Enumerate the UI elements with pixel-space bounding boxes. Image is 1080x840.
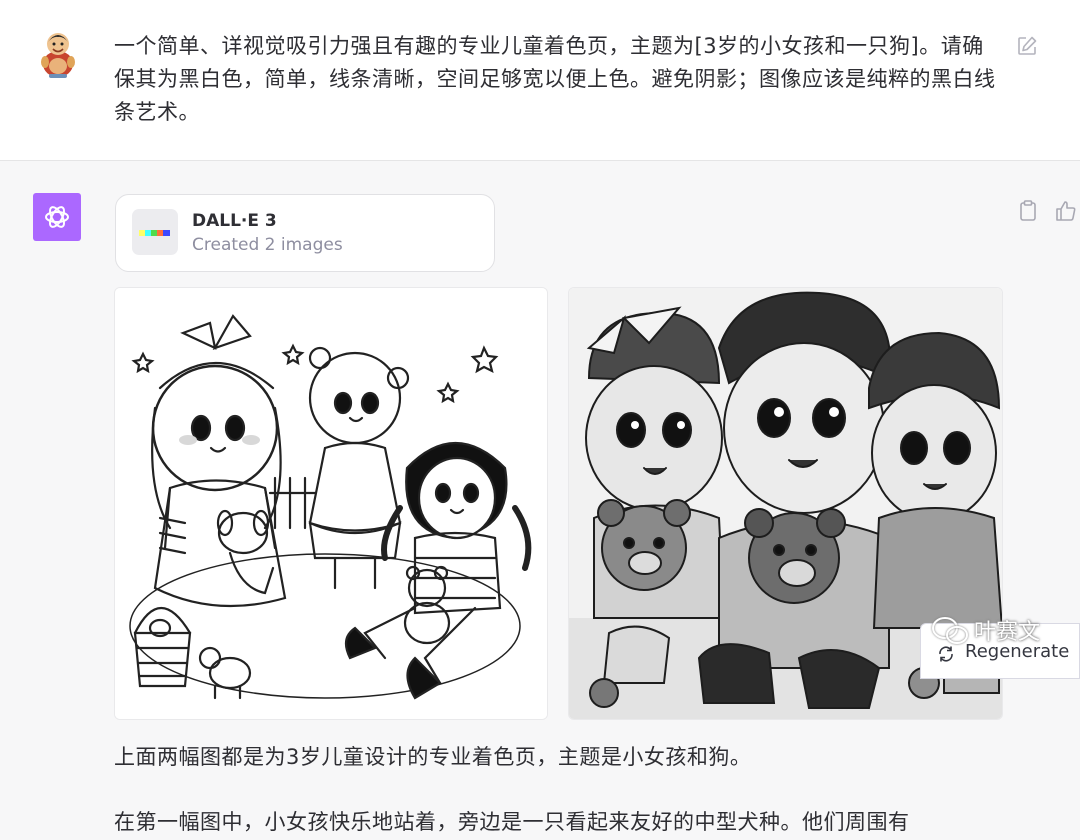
assistant-message-row: DALL·E 3 Created 2 images 上面两幅图都是为3岁儿童设计… xyxy=(0,161,1080,840)
thumbs-up-icon[interactable] xyxy=(1054,199,1078,223)
regenerate-button[interactable]: Regenerate xyxy=(920,623,1080,679)
user-avatar xyxy=(36,28,80,78)
user-message-text: 一个简单、详视觉吸引力强且有趣的专业儿童着色页，主题为[3岁的小女孩和一只狗]。… xyxy=(114,34,996,124)
response-paragraph-2: 在第一幅图中，小女孩快乐地站着，旁边是一只看起来友好的中型犬种。他们周围有 xyxy=(114,810,910,834)
dalle-tool-status: Created 2 images xyxy=(192,235,343,255)
refresh-icon xyxy=(937,645,955,663)
edit-icon[interactable] xyxy=(1016,35,1038,57)
dalle-logo-icon xyxy=(132,209,178,255)
dalle-tool-card[interactable]: DALL·E 3 Created 2 images xyxy=(115,194,495,272)
user-message-row: 一个简单、详视觉吸引力强且有趣的专业儿童着色页，主题为[3岁的小女孩和一只狗]。… xyxy=(0,0,1080,161)
chatgpt-logo-icon xyxy=(33,193,81,241)
dalle-tool-name: DALL·E 3 xyxy=(192,211,277,231)
generated-image-1[interactable] xyxy=(114,287,548,720)
response-paragraph-1: 上面两幅图都是为3岁儿童设计的专业着色页，主题是小女孩和狗。 xyxy=(114,745,752,769)
copy-icon[interactable] xyxy=(1017,199,1039,223)
regenerate-label: Regenerate xyxy=(965,641,1070,662)
